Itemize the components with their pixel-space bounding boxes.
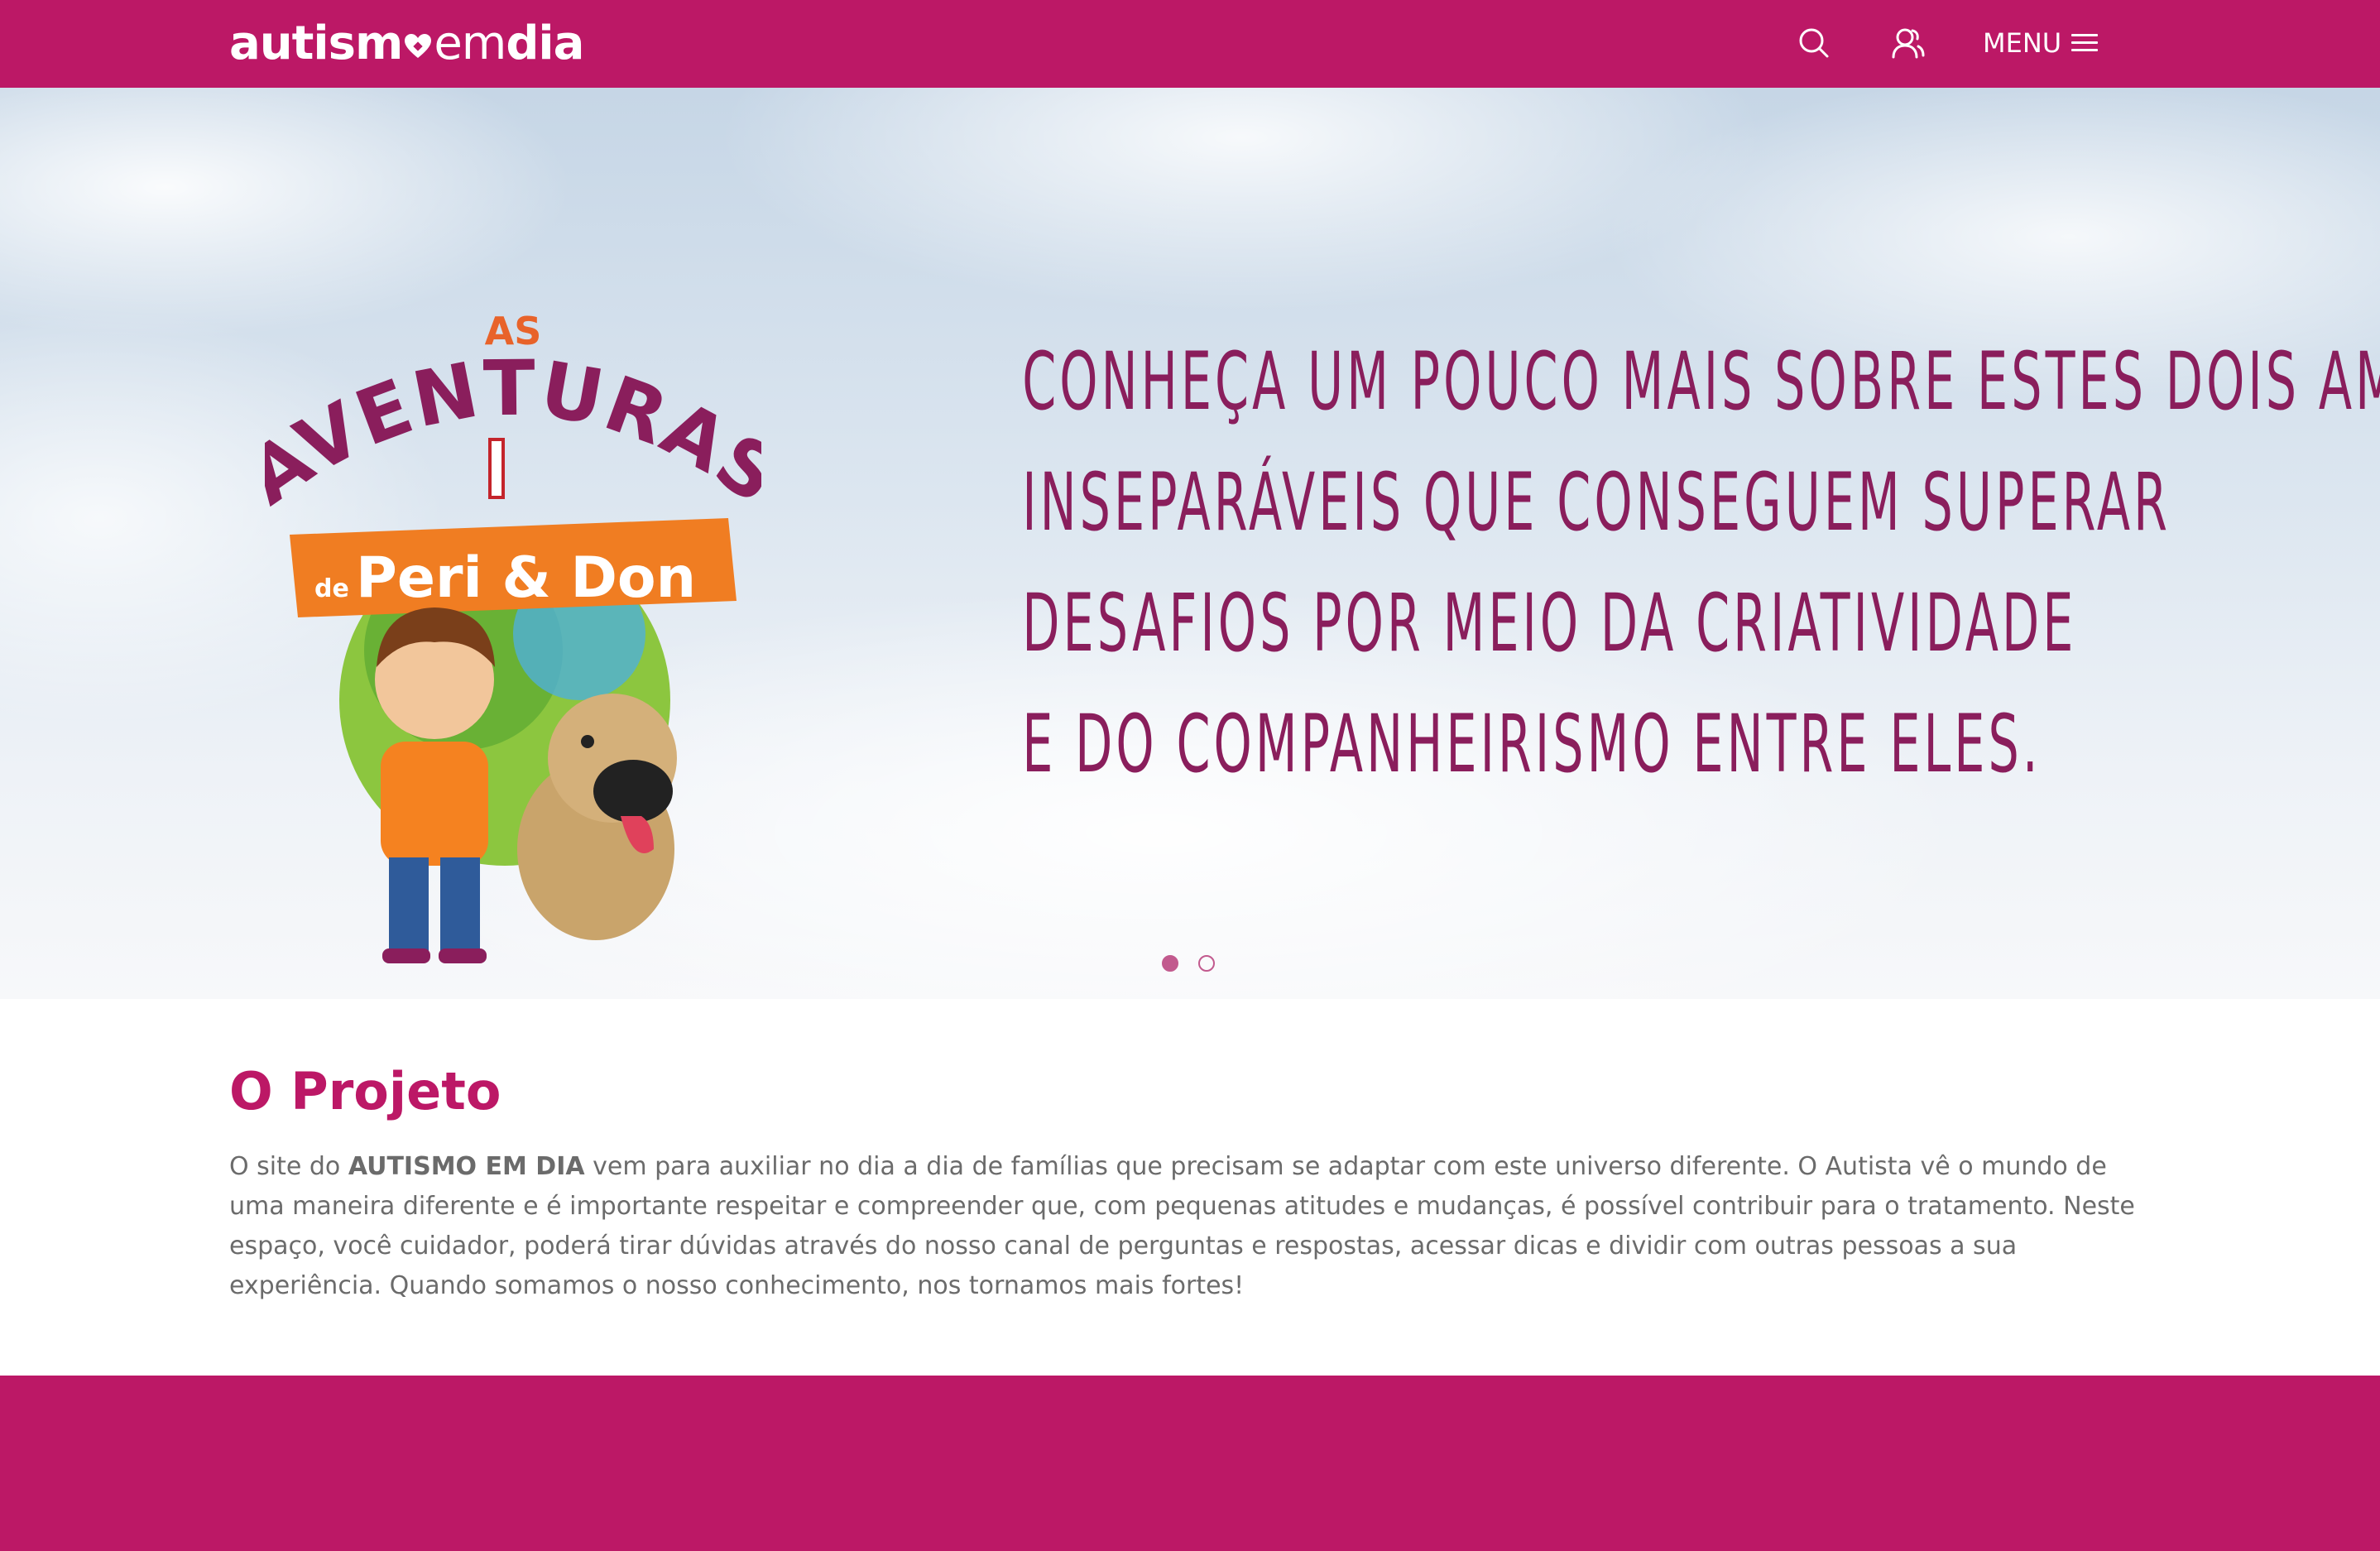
search-button[interactable] xyxy=(1794,18,1834,68)
hero-line: CONHEÇA UM POUCO MAIS SOBRE ESTES DOIS A… xyxy=(1022,335,2380,428)
project-text-intro: O site do xyxy=(229,1152,348,1181)
logo-text-em: em xyxy=(434,16,506,70)
search-icon xyxy=(1799,28,1829,58)
art-title-peri-don: Peri & Don xyxy=(356,545,696,611)
art-title-aventuras: AVENTURAS xyxy=(265,344,761,522)
site-logo[interactable]: autism em dia xyxy=(229,13,584,73)
site-header: autism em dia MENU xyxy=(0,0,2380,88)
project-description: O site do AUTISMO EM DIA vem para auxili… xyxy=(229,1147,2166,1306)
logo-text-autism: autism xyxy=(229,16,403,70)
hero-line: E DO COMPANHEIRISMO ENTRE ELES. xyxy=(1022,698,2042,790)
section-title: O Projeto xyxy=(229,1061,501,1121)
menu-button[interactable]: MENU xyxy=(1983,18,2099,68)
hero-headline: CONHEÇA UM POUCO MAIS SOBRE ESTES DOIS A… xyxy=(1022,321,2380,804)
peri-and-don-illustration: AS AVENTURAS de Peri & Don xyxy=(265,309,761,963)
hero-line: INSEPARÁVEIS QUE CONSEGUEM SUPERAR xyxy=(1022,456,2171,549)
logo-text-dia: dia xyxy=(506,16,584,70)
project-text-brand: AUTISMO EM DIA xyxy=(348,1152,585,1181)
hero-carousel[interactable]: AS AVENTURAS de Peri & Don CONHEÇA UM PO… xyxy=(0,88,2380,999)
heart-puzzle-icon xyxy=(404,33,432,60)
hero-line: DESAFIOS POR MEIO DA CRIATIVIDADE xyxy=(1022,577,2077,670)
user-account-button[interactable] xyxy=(1888,18,1928,68)
footer-band xyxy=(0,1376,2380,1551)
hamburger-icon xyxy=(2071,34,2099,52)
carousel-dot-1[interactable] xyxy=(1162,955,1178,972)
carousel-dot-2[interactable] xyxy=(1198,955,1215,972)
boy-shirt xyxy=(381,742,488,866)
art-title-de: de xyxy=(314,574,349,603)
carousel-pagination xyxy=(1162,955,1215,972)
user-icon xyxy=(1892,28,1925,59)
menu-label: MENU xyxy=(1983,27,2062,59)
